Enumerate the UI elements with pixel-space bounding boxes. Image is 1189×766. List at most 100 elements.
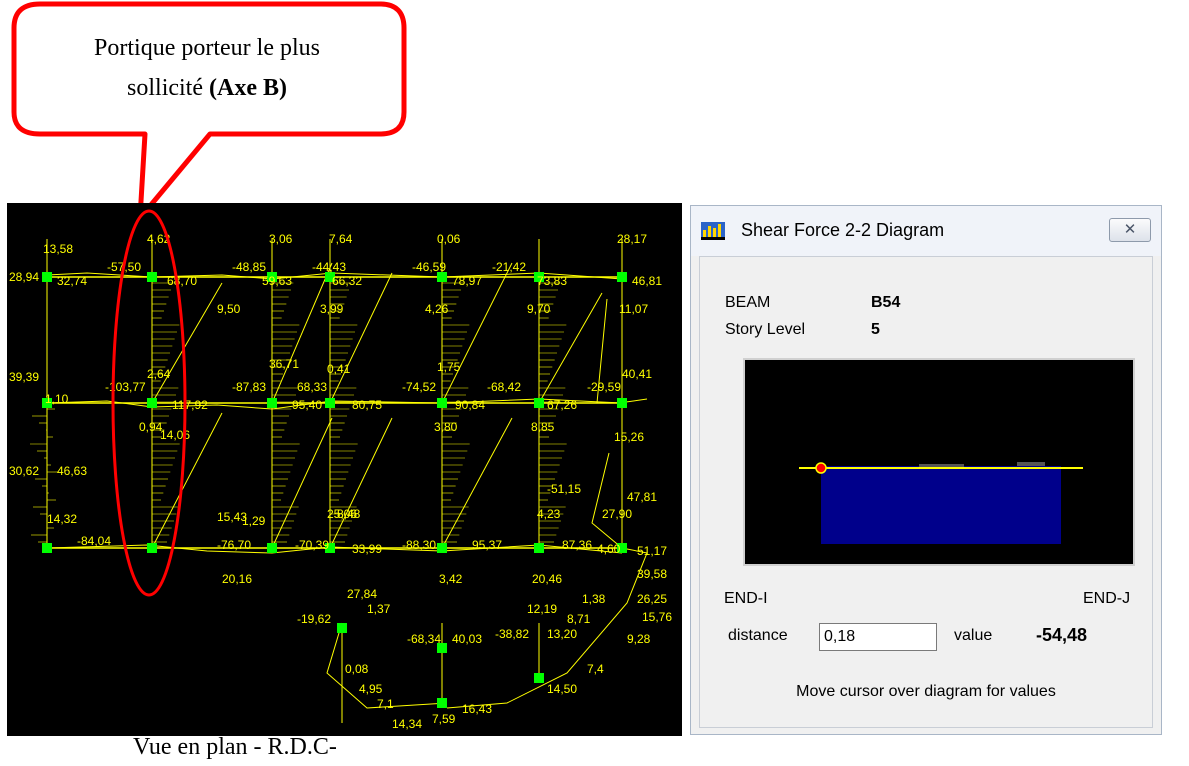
plan-value-label: -29,59 — [587, 380, 621, 394]
plan-value-label: 66,32 — [332, 274, 362, 288]
frame-node — [325, 398, 335, 408]
plan-view-canvas[interactable]: 28,94 13,58 32,74 -57,50 4,62 68,70 -48,85 3,06… — [7, 203, 682, 736]
plan-value-label: 4,26 — [425, 302, 449, 316]
distance-input[interactable] — [819, 623, 937, 651]
shear-diagram — [441, 417, 513, 549]
plan-value-label: 1,75 — [437, 360, 461, 374]
plan-value-label: -48,85 — [232, 260, 266, 274]
plan-value-label: 30,62 — [9, 464, 39, 478]
plan-value-label: 14,34 — [392, 717, 422, 731]
end-j-label: END-J — [1083, 590, 1131, 607]
dialog-title: Shear Force 2-2 Diagram — [741, 220, 945, 240]
plan-value-label: 51,17 — [637, 544, 667, 558]
plan-value-label: 7,1 — [377, 697, 394, 711]
plan-value-label: 117,92 — [172, 398, 208, 412]
plan-value-label: -68,34 — [407, 632, 441, 646]
plan-value-label: 95,37 — [472, 538, 502, 552]
plan-value-label: 1,29 — [242, 514, 266, 528]
shear-diagram-preview[interactable] — [743, 358, 1135, 566]
beam-label: BEAM — [725, 294, 771, 311]
plan-value-label: 67,26 — [547, 398, 577, 412]
plan-value-label: 3,42 — [439, 572, 463, 586]
frame-node — [617, 398, 627, 408]
etabs-app-icon — [701, 222, 725, 240]
plan-value-label: 39,39 — [9, 370, 39, 384]
dialog-body: BEAM B54 Story Level 5 END-I END-J dista… — [699, 256, 1153, 728]
callout-text: Portique porteur le plus sollicité (Axe … — [22, 28, 392, 108]
plan-value-label: 78,97 — [452, 274, 482, 288]
plan-value-label: 90,84 — [455, 398, 485, 412]
plan-value-label: 73,83 — [537, 274, 567, 288]
plan-value-label: -21,42 — [492, 260, 526, 274]
frame-node — [267, 543, 277, 553]
plan-value-label: -46,59 — [412, 260, 446, 274]
plan-value-label: 9,28 — [627, 632, 651, 646]
plan-value-label: -19,62 — [297, 612, 331, 626]
plan-value-label: -70,39 — [295, 538, 329, 552]
frame-node — [534, 543, 544, 553]
frame-node — [437, 698, 447, 708]
plan-value-label: -76,70 — [217, 538, 251, 552]
frame-node — [337, 623, 347, 633]
plan-value-label: 59,63 — [262, 274, 292, 288]
plan-value-label: 39,58 — [637, 567, 667, 581]
distance-label: distance — [728, 627, 788, 644]
story-level-label: Story Level — [725, 321, 806, 338]
plan-value-label: -68,42 — [487, 380, 521, 394]
plan-value-label: 15,76 — [642, 610, 672, 624]
plan-value-label: 28,17 — [617, 232, 647, 246]
plan-value-label: 13,58 — [43, 242, 73, 256]
plan-value-label: 7,59 — [432, 712, 456, 726]
close-button[interactable]: ✕ — [1109, 218, 1151, 242]
callout-line-2-prefix: sollicité — [127, 75, 209, 101]
dialog-titlebar[interactable]: Shear Force 2-2 Diagram ✕ — [691, 206, 1161, 256]
frame-node — [267, 398, 277, 408]
plan-value-label: 8,85 — [531, 420, 555, 434]
story-level-value: 5 — [871, 321, 880, 338]
plan-value-label: 3,99 — [320, 302, 344, 316]
plan-value-label: -51,15 — [547, 482, 581, 496]
plan-value-label: 20,46 — [532, 572, 562, 586]
frame-node — [147, 543, 157, 553]
shear-diagram — [271, 417, 333, 549]
value-readout: -54,48 — [1036, 625, 1088, 645]
plan-value-label: 27,90 — [602, 507, 632, 521]
plan-value-label: 28,94 — [9, 270, 39, 284]
frame-node — [437, 543, 447, 553]
plan-value-label: 13,20 — [547, 627, 577, 641]
frame-node — [617, 272, 627, 282]
end-i-label: END-I — [724, 590, 768, 607]
frame-node — [147, 398, 157, 408]
frame-node — [534, 398, 544, 408]
plan-value-label: 4,23 — [537, 507, 561, 521]
plan-value-label: -103,77 — [105, 380, 146, 394]
plan-value-label: 1,10 — [45, 392, 69, 406]
plan-value-label: -87,83 — [232, 380, 266, 394]
plan-value-label: 95,40 — [292, 398, 322, 412]
plan-value-label: 0,06 — [437, 232, 461, 246]
plan-value-label: -88,30 — [402, 538, 436, 552]
plan-value-label: 9,50 — [217, 302, 241, 316]
plan-value-label: 68,33 — [297, 380, 327, 394]
plan-value-label: 36,71 — [269, 357, 299, 371]
plan-value-label: 26,25 — [637, 592, 667, 606]
figure-caption: Vue en plan - R.D.C- — [133, 734, 337, 760]
cursor-marker-icon — [815, 462, 827, 474]
value-label: value — [954, 627, 993, 644]
plan-value-label: 4,95 — [359, 682, 383, 696]
plan-value-label: 9,70 — [527, 302, 551, 316]
plan-value-label: -84,04 — [77, 534, 111, 548]
plan-value-label: 7,4 — [587, 662, 604, 676]
plan-value-label: 7,64 — [329, 232, 353, 246]
plan-value-label: 46,63 — [57, 464, 87, 478]
frame-node — [437, 398, 447, 408]
plan-value-label: -38,82 — [495, 627, 529, 641]
plan-value-label: 40,41 — [622, 367, 652, 381]
shear-force-dialog: Shear Force 2-2 Diagram ✕ BEAM B54 Story… — [690, 205, 1162, 735]
plan-value-label: 16,43 — [462, 702, 492, 716]
plan-value-label: 33,99 — [352, 542, 382, 556]
plan-value-label: 20,16 — [222, 572, 252, 586]
plan-value-label: 87,36 — [562, 538, 592, 552]
plan-value-label: 12,19 — [527, 602, 557, 616]
plan-value-label: 11,07 — [619, 302, 648, 316]
